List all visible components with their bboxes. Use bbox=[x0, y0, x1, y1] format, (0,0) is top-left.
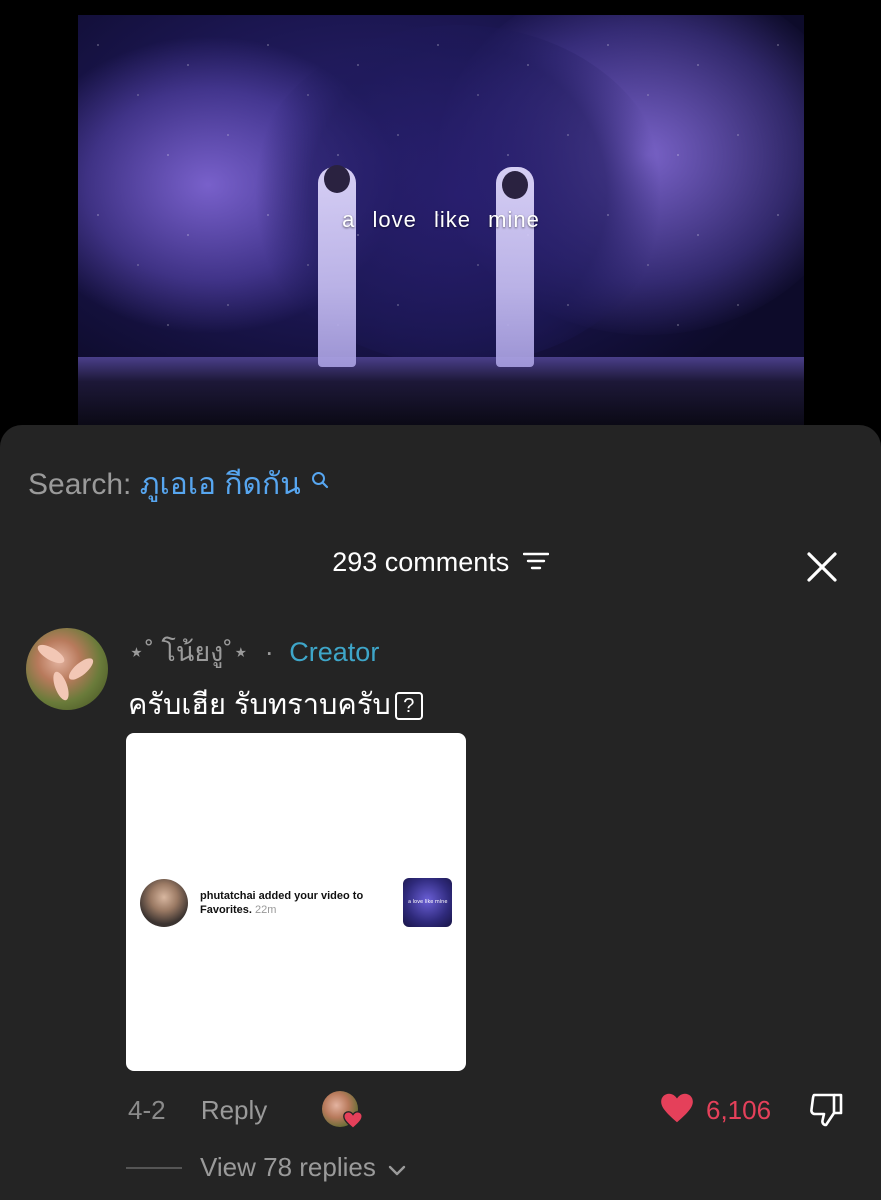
chevron-down-icon bbox=[387, 1154, 407, 1185]
notification-text: phutatchai added your video to Favorites… bbox=[200, 889, 400, 917]
reply-button[interactable]: Reply bbox=[201, 1095, 267, 1125]
avatar[interactable] bbox=[26, 628, 108, 710]
video-stage bbox=[78, 357, 804, 427]
comment-body: ครับเฮีย รับทราบครับ bbox=[128, 689, 391, 721]
view-replies-label: View 78 replies bbox=[200, 1152, 376, 1182]
author-separator: · bbox=[264, 637, 274, 667]
sort-filter-icon[interactable] bbox=[522, 548, 549, 579]
notification-video-thumbnail: a love like mine bbox=[403, 878, 452, 927]
video-performer-head bbox=[502, 171, 528, 199]
unknown-emoji-icon: ? bbox=[394, 692, 423, 721]
comment-author-name[interactable]: ⋆˚ โน้ยงู˚⋆ bbox=[128, 637, 249, 667]
comments-header: 293 comments bbox=[0, 547, 881, 579]
notification-time: 22m bbox=[255, 904, 277, 916]
view-replies-button[interactable]: View 78 replies bbox=[200, 1152, 407, 1185]
avatar-petal bbox=[65, 654, 97, 684]
creator-liked-heart-icon bbox=[342, 1109, 364, 1131]
comment-author-line: ⋆˚ โน้ยงู˚⋆ · Creator bbox=[128, 630, 379, 673]
notification-avatar bbox=[140, 879, 188, 927]
comment-meta: 4-2 Reply bbox=[128, 1095, 267, 1126]
video-player[interactable]: a love like mine bbox=[78, 15, 804, 427]
search-suggestion[interactable]: Search: ภูเอเอ กีดกัน bbox=[28, 461, 329, 508]
notification-message: phutatchai added your video to Favorites… bbox=[200, 890, 364, 916]
comment-text: ครับเฮีย รับทราบครับ? bbox=[128, 681, 423, 727]
search-query[interactable]: ภูเอเอ กีดกัน bbox=[140, 468, 301, 501]
comment-attachment-image[interactable]: phutatchai added your video to Favorites… bbox=[126, 733, 466, 1071]
video-performer-head bbox=[324, 165, 350, 193]
thumbs-down-icon[interactable] bbox=[806, 1091, 846, 1129]
thumbnail-caption: a love like mine bbox=[408, 899, 448, 905]
creator-badge: Creator bbox=[289, 637, 380, 667]
comment-date: 4-2 bbox=[128, 1095, 166, 1125]
video-caption: a love like mine bbox=[342, 207, 540, 232]
replies-divider bbox=[126, 1167, 182, 1169]
like-count: 6,106 bbox=[706, 1095, 772, 1125]
video-performer-left bbox=[318, 167, 356, 367]
comments-sheet: Search: ภูเอเอ กีดกัน 293 comments ⋆˚ โน… bbox=[0, 425, 881, 1200]
close-icon[interactable] bbox=[805, 550, 839, 584]
search-icon bbox=[311, 463, 329, 497]
search-label: Search: bbox=[28, 468, 132, 501]
comments-count: 293 comments bbox=[332, 547, 510, 577]
avatar-petal bbox=[35, 641, 67, 667]
like-heart-icon[interactable] bbox=[658, 1089, 696, 1127]
